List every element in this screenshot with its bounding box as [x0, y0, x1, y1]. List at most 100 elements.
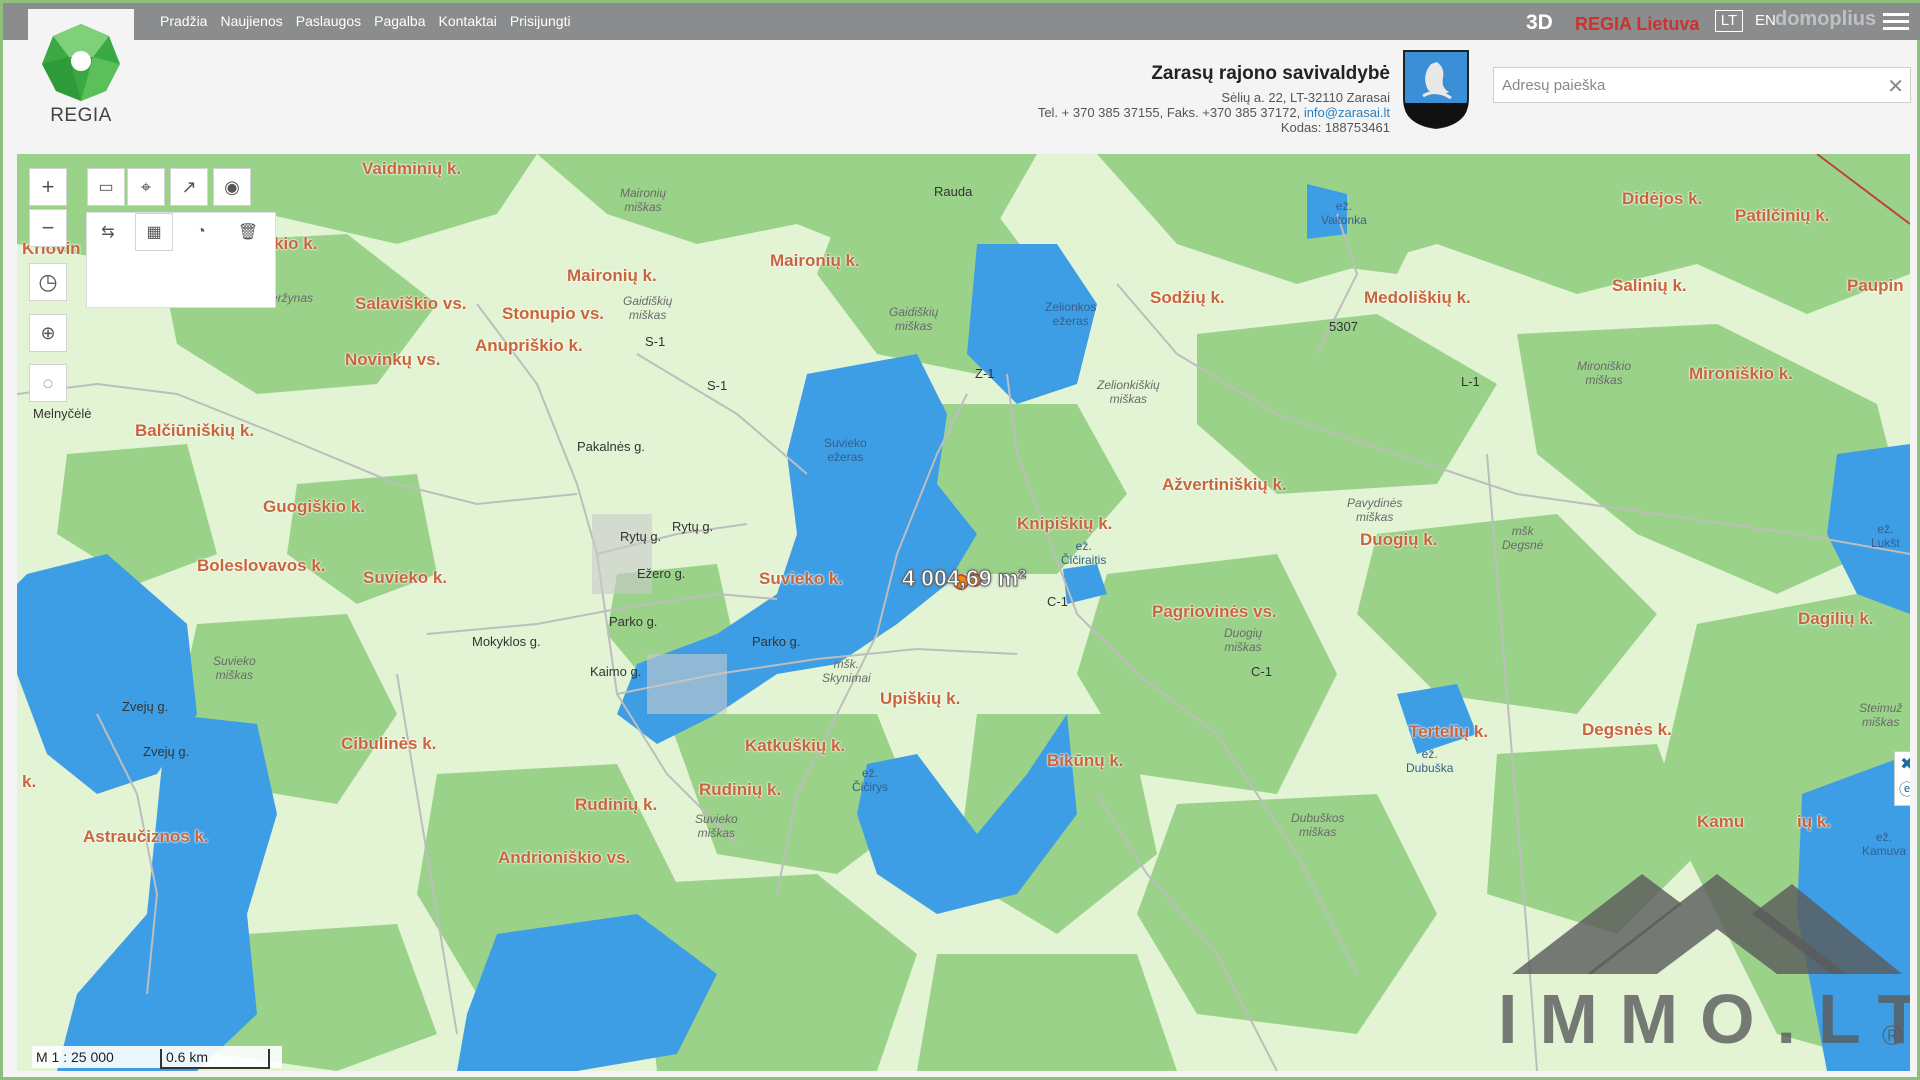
- village-label: Cibulinės k.: [341, 734, 437, 753]
- forest-label: Suvieko miškas: [213, 654, 256, 682]
- forest-label: Gaidiškių miškas: [889, 305, 939, 333]
- village-label: Salaviškio vs.: [355, 294, 467, 313]
- village-label: Balčiūniškių k.: [135, 421, 255, 440]
- lang-lt-button[interactable]: LT: [1715, 10, 1743, 32]
- road-label: Melnyčėlė: [33, 406, 92, 421]
- coat-of-arms-icon: [1403, 50, 1469, 130]
- road-label: L-1: [1461, 374, 1480, 389]
- nav-item-pagalba[interactable]: Pagalba: [374, 13, 425, 29]
- municipality-email-link[interactable]: info@zarasai.lt: [1304, 105, 1390, 120]
- forest-label: Duogių miškas: [1224, 626, 1263, 654]
- history-button[interactable]: ◷: [29, 263, 67, 301]
- lasso-button[interactable]: ◌: [29, 364, 67, 402]
- e-service-icon[interactable]: ⓔ: [1895, 778, 1910, 804]
- road-label: Rytų g.: [672, 519, 714, 534]
- village-label: Mironiškio k.: [1689, 364, 1793, 383]
- village-label: Novinkų vs.: [345, 350, 441, 369]
- village-label: Boleslovavos k.: [197, 556, 326, 575]
- measure-length-button[interactable]: ⇆: [89, 213, 127, 251]
- address-search-box: ✕: [1493, 67, 1911, 103]
- share-button[interactable]: ↗: [170, 168, 208, 206]
- 3d-button[interactable]: 3D: [1526, 11, 1553, 35]
- lake-label: Zelionkos ežeras: [1045, 300, 1097, 328]
- plus-icon: +: [41, 174, 55, 199]
- village-label: kio k.: [274, 234, 318, 253]
- zoom-out-button[interactable]: −: [29, 209, 67, 247]
- road-label: Rytų g.: [620, 529, 662, 544]
- municipality-phone: Tel. + 370 385 37155, Faks. +370 385 371…: [1037, 105, 1301, 120]
- village-label: Salinių k.: [1612, 276, 1687, 295]
- nav-item-paslaugos[interactable]: Paslaugos: [296, 13, 361, 29]
- regia-lietuva-link[interactable]: REGIA Lietuva: [1575, 14, 1699, 35]
- village-label: Knipiškių k.: [1017, 514, 1113, 533]
- length-icon: ⇆: [101, 224, 115, 241]
- forest-label: Maironių miškas: [620, 186, 667, 214]
- locate-button[interactable]: ⊕: [29, 314, 67, 352]
- village-label: Stonupio vs.: [502, 304, 604, 323]
- village-label: Patilčinių k.: [1735, 206, 1830, 225]
- close-widget-icon[interactable]: ✖: [1895, 752, 1910, 778]
- village-label: Suvieko k.: [759, 569, 844, 588]
- point-tool-button[interactable]: ◉: [213, 168, 251, 206]
- road-label: Ežero g.: [637, 566, 686, 581]
- trash-icon: 🗑: [237, 224, 259, 241]
- hamburger-menu-icon[interactable]: [1883, 13, 1909, 31]
- top-bar: Pradžia Naujienos Paslaugos Pagalba Kont…: [3, 3, 1920, 40]
- zoom-in-button[interactable]: +: [29, 168, 67, 206]
- pin-tool-button[interactable]: ⌖: [127, 168, 165, 206]
- road-label: Kaimo g.: [590, 664, 642, 679]
- lake-label: ež. Lukšt: [1871, 522, 1900, 550]
- road-label: S-1: [707, 378, 728, 393]
- parcel-area-label: 4 004,69 m²: [901, 565, 1027, 592]
- measure-area-button[interactable]: ▦: [135, 213, 173, 251]
- forest-label: mšk. Skynimai: [822, 657, 871, 685]
- village-label: Paupin: [1847, 276, 1904, 295]
- road-label: Pakalnės g.: [577, 439, 645, 454]
- lake-label: ež. Vaitonka: [1321, 199, 1367, 227]
- area-icon: ▦: [146, 224, 162, 241]
- nav-item-naujienos[interactable]: Naujienos: [220, 13, 282, 29]
- clock-icon: ◷: [38, 269, 58, 294]
- village-label: Katkuškių k.: [745, 736, 846, 755]
- address-search-input[interactable]: [1494, 68, 1874, 102]
- village-label: Kamu: [1697, 812, 1745, 831]
- nav-item-kontaktai[interactable]: Kontaktai: [439, 13, 497, 29]
- road-label: Z-1: [975, 366, 995, 381]
- clear-search-icon[interactable]: ✕: [1887, 74, 1904, 99]
- delete-measure-button[interactable]: 🗑: [229, 213, 267, 251]
- immo-watermark-text: IMMO.LT: [1498, 980, 1910, 1058]
- scale-bar: M 1 : 25 000 0.6 km: [32, 1046, 282, 1069]
- measure-radius-button[interactable]: ◔: [182, 213, 220, 251]
- target-icon: ◉: [224, 176, 240, 197]
- scale-ratio: M 1 : 25 000: [36, 1049, 114, 1065]
- map-canvas[interactable]: Vaidminių k. Didėjos k. Patilčinių k. kio k…: [17, 154, 1910, 1071]
- lang-en-button[interactable]: EN: [1755, 12, 1776, 29]
- road-label: 5307: [1329, 319, 1358, 334]
- road-label: Parko g.: [752, 634, 801, 649]
- domoplius-watermark: domoplius: [1775, 8, 1877, 30]
- forest-label: mšk Degsnė: [1502, 524, 1544, 552]
- village-label: Suvieko k.: [363, 568, 448, 587]
- ruler-icon: ▭: [98, 179, 114, 196]
- municipality-contacts: Tel. + 370 385 37155, Faks. +370 385 371…: [1038, 105, 1390, 120]
- measure-tools-panel: ⇆ ▦ ◔ 🗑: [86, 212, 276, 308]
- lasso-icon: ◌: [42, 372, 54, 393]
- share-icon: ↗: [181, 176, 197, 197]
- village-label: k.: [22, 772, 37, 791]
- village-label: Ažvertiniškių k.: [1162, 475, 1287, 494]
- lake-label: ež. Čičiraitis: [1061, 539, 1107, 567]
- village-label: Astraučiznos k.: [83, 827, 209, 846]
- road-label: Rauda: [934, 184, 973, 199]
- village-label: Upiškių k.: [880, 689, 961, 708]
- measure-tool-button[interactable]: ▭: [87, 168, 125, 206]
- road-label: Zvejų g.: [143, 744, 190, 759]
- village-label: Dagilių k.: [1798, 609, 1874, 628]
- village-label: Bikūnų k.: [1047, 751, 1124, 770]
- village-label: Didėjos k.: [1622, 189, 1703, 208]
- nav-item-pradzia[interactable]: Pradžia: [160, 13, 207, 29]
- nav-item-prisijungti[interactable]: Prisijungti: [510, 13, 571, 29]
- forest-label: Pavydinės miškas: [1347, 496, 1403, 524]
- village-label: Tertelių k.: [1409, 722, 1489, 741]
- municipality-title: Zarasų rajono savivaldybė: [1151, 63, 1390, 84]
- road-label: Zvejų g.: [122, 699, 169, 714]
